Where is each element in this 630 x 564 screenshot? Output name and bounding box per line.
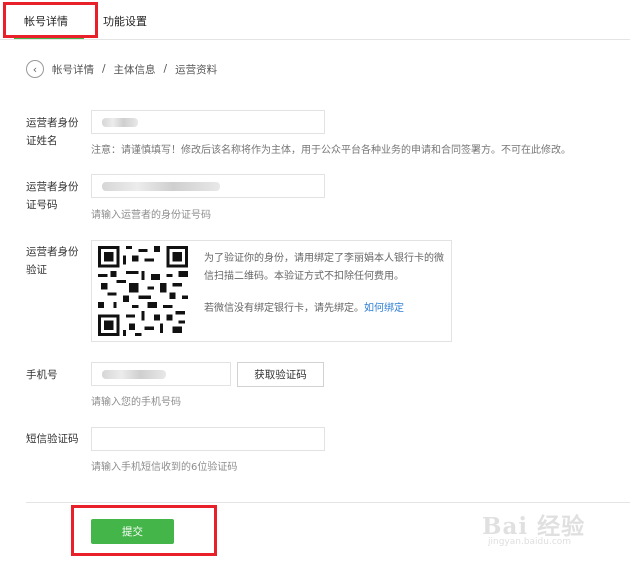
back-arrow-icon[interactable]: ‹ [26, 60, 44, 78]
verify-panel: 为了验证你的身份，请用绑定了李丽娟本人银行卡的微信扫描二维码。本验证方式不扣除任… [91, 240, 452, 342]
sms-code-hint: 请输入手机短信收到的6位验证码 [91, 462, 238, 473]
get-code-button[interactable]: 获取验证码 [237, 362, 324, 387]
highlight-box-submit [71, 505, 217, 556]
name-note: 注意：请谨慎填写！修改后该名称将作为主体，用于公众平台各种业务的申请和合同签署方… [91, 145, 571, 156]
watermark-url: jingyan.baidu.com [488, 537, 572, 547]
phone-label: 手机号 [26, 369, 58, 381]
idcard-label: 运营者身份证号码 [26, 181, 79, 211]
verify-no-card-text: 若微信没有绑定银行卡，请先绑定。 [204, 303, 364, 314]
redacted-idcard [102, 182, 220, 191]
name-label: 运营者身份证姓名 [26, 117, 79, 147]
idcard-hint: 请输入运营者的身份证号码 [91, 210, 211, 221]
idcard-field[interactable] [91, 174, 325, 198]
breadcrumb-operation-info: 运营资料 [175, 63, 218, 76]
verify-instructions: 为了验证你的身份，请用绑定了李丽娟本人银行卡的微信扫描二维码。本验证方式不扣除任… [204, 253, 444, 282]
baidu-jingyan-watermark: Bai 经验 jingyan.baidu.com [478, 495, 618, 555]
tab-function-settings[interactable]: 功能设置 [103, 13, 147, 29]
breadcrumb-entity-info[interactable]: 主体信息 [114, 62, 156, 77]
phone-field[interactable] [91, 362, 231, 386]
verify-no-card-line: 若微信没有绑定银行卡，请先绑定。如何绑定 [204, 299, 404, 314]
sms-code-label: 短信验证码 [26, 433, 79, 445]
how-to-bind-link[interactable]: 如何绑定 [364, 303, 404, 314]
breadcrumb: ‹ 帐号详情 / 主体信息 / 运营资料 [26, 58, 217, 80]
redacted-phone [102, 370, 166, 379]
breadcrumb-separator: / [102, 63, 106, 75]
sms-code-input[interactable] [91, 427, 325, 451]
qr-code-icon [98, 246, 188, 336]
highlight-box-tab [3, 2, 98, 38]
verify-label: 运营者身份验证 [26, 246, 79, 276]
name-field[interactable] [91, 110, 325, 134]
breadcrumb-account-details[interactable]: 帐号详情 [52, 62, 94, 77]
redacted-name [102, 118, 138, 127]
breadcrumb-separator: / [163, 63, 168, 75]
phone-hint: 请输入您的手机号码 [91, 397, 181, 408]
watermark-logo: Bai 经验 [482, 513, 586, 540]
